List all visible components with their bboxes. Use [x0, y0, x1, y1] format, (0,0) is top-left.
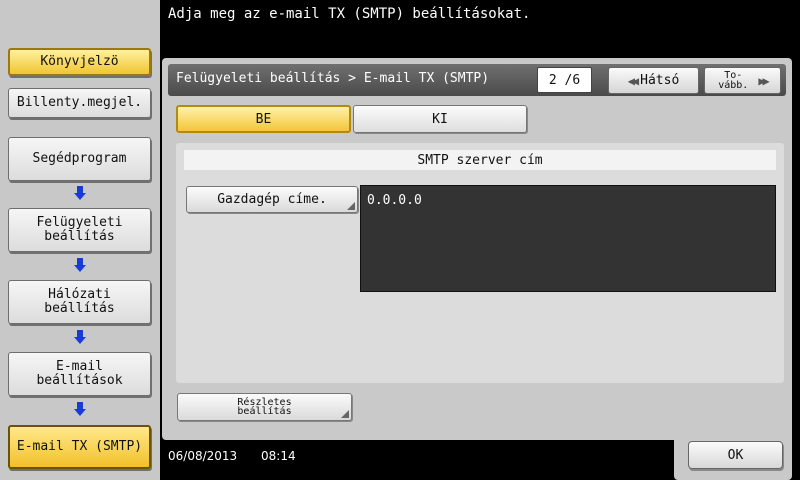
- status-date: 06/08/2013: [168, 449, 238, 463]
- toggle-on-button[interactable]: BE: [176, 105, 351, 133]
- nav-arrow-down-icon: [74, 330, 86, 344]
- nav-email-settings-button[interactable]: E-mail beállítások: [8, 352, 151, 396]
- host-address-button[interactable]: Gazdagép címe.: [186, 186, 358, 213]
- corner-triangle-icon: [341, 410, 349, 418]
- nav-email-tx-smtp-button[interactable]: E-mail TX (SMTP): [8, 425, 151, 469]
- instruction-text: Adja meg az e-mail TX (SMTP) beállítások…: [168, 6, 531, 22]
- nav-utility-button[interactable]: Segédprogram: [8, 137, 151, 181]
- address-book-button[interactable]: Könyvjelzö: [8, 48, 151, 76]
- nav-arrow-down-icon: [74, 186, 86, 200]
- next-button-label: To- vább.: [718, 69, 749, 91]
- detailed-settings-label: Részletes beállítás: [237, 397, 292, 417]
- nav-arrow-down-icon: [74, 402, 86, 416]
- left-navigation: Könyvjelzö Billenty.megjel. Segédprogram…: [0, 0, 160, 480]
- status-time: 08:14: [261, 449, 296, 463]
- next-button[interactable]: To- vább. ▶▶: [704, 67, 781, 94]
- back-button-label: Hátsó: [640, 73, 680, 88]
- breadcrumb: Felügyeleti beállítás > E-mail TX (SMTP): [176, 71, 490, 86]
- back-button[interactable]: ◀◀ Hátsó: [608, 67, 699, 94]
- host-address-field[interactable]: 0.0.0.0: [360, 185, 776, 292]
- nav-admin-settings-button[interactable]: Felügyeleti beállítás: [8, 208, 151, 252]
- nav-network-settings-button[interactable]: Hálózati beállítás: [8, 280, 151, 324]
- toggle-off-button[interactable]: KI: [353, 105, 527, 133]
- nav-arrow-down-icon: [74, 258, 86, 272]
- status-datetime: 06/08/2013 08:14: [168, 449, 296, 463]
- double-right-arrow-icon: ▶▶: [758, 73, 770, 88]
- corner-triangle-icon: [347, 202, 355, 210]
- smtp-server-section-title: SMTP szerver cím: [184, 150, 776, 170]
- page-indicator: 2 /6: [537, 67, 592, 93]
- keyboard-display-button[interactable]: Billenty.megjel.: [8, 88, 151, 118]
- double-left-arrow-icon: ◀◀: [627, 73, 640, 88]
- detailed-settings-button[interactable]: Részletes beállítás: [177, 393, 352, 421]
- ok-button[interactable]: OK: [688, 441, 783, 469]
- host-address-button-label: Gazdagép címe.: [217, 192, 327, 207]
